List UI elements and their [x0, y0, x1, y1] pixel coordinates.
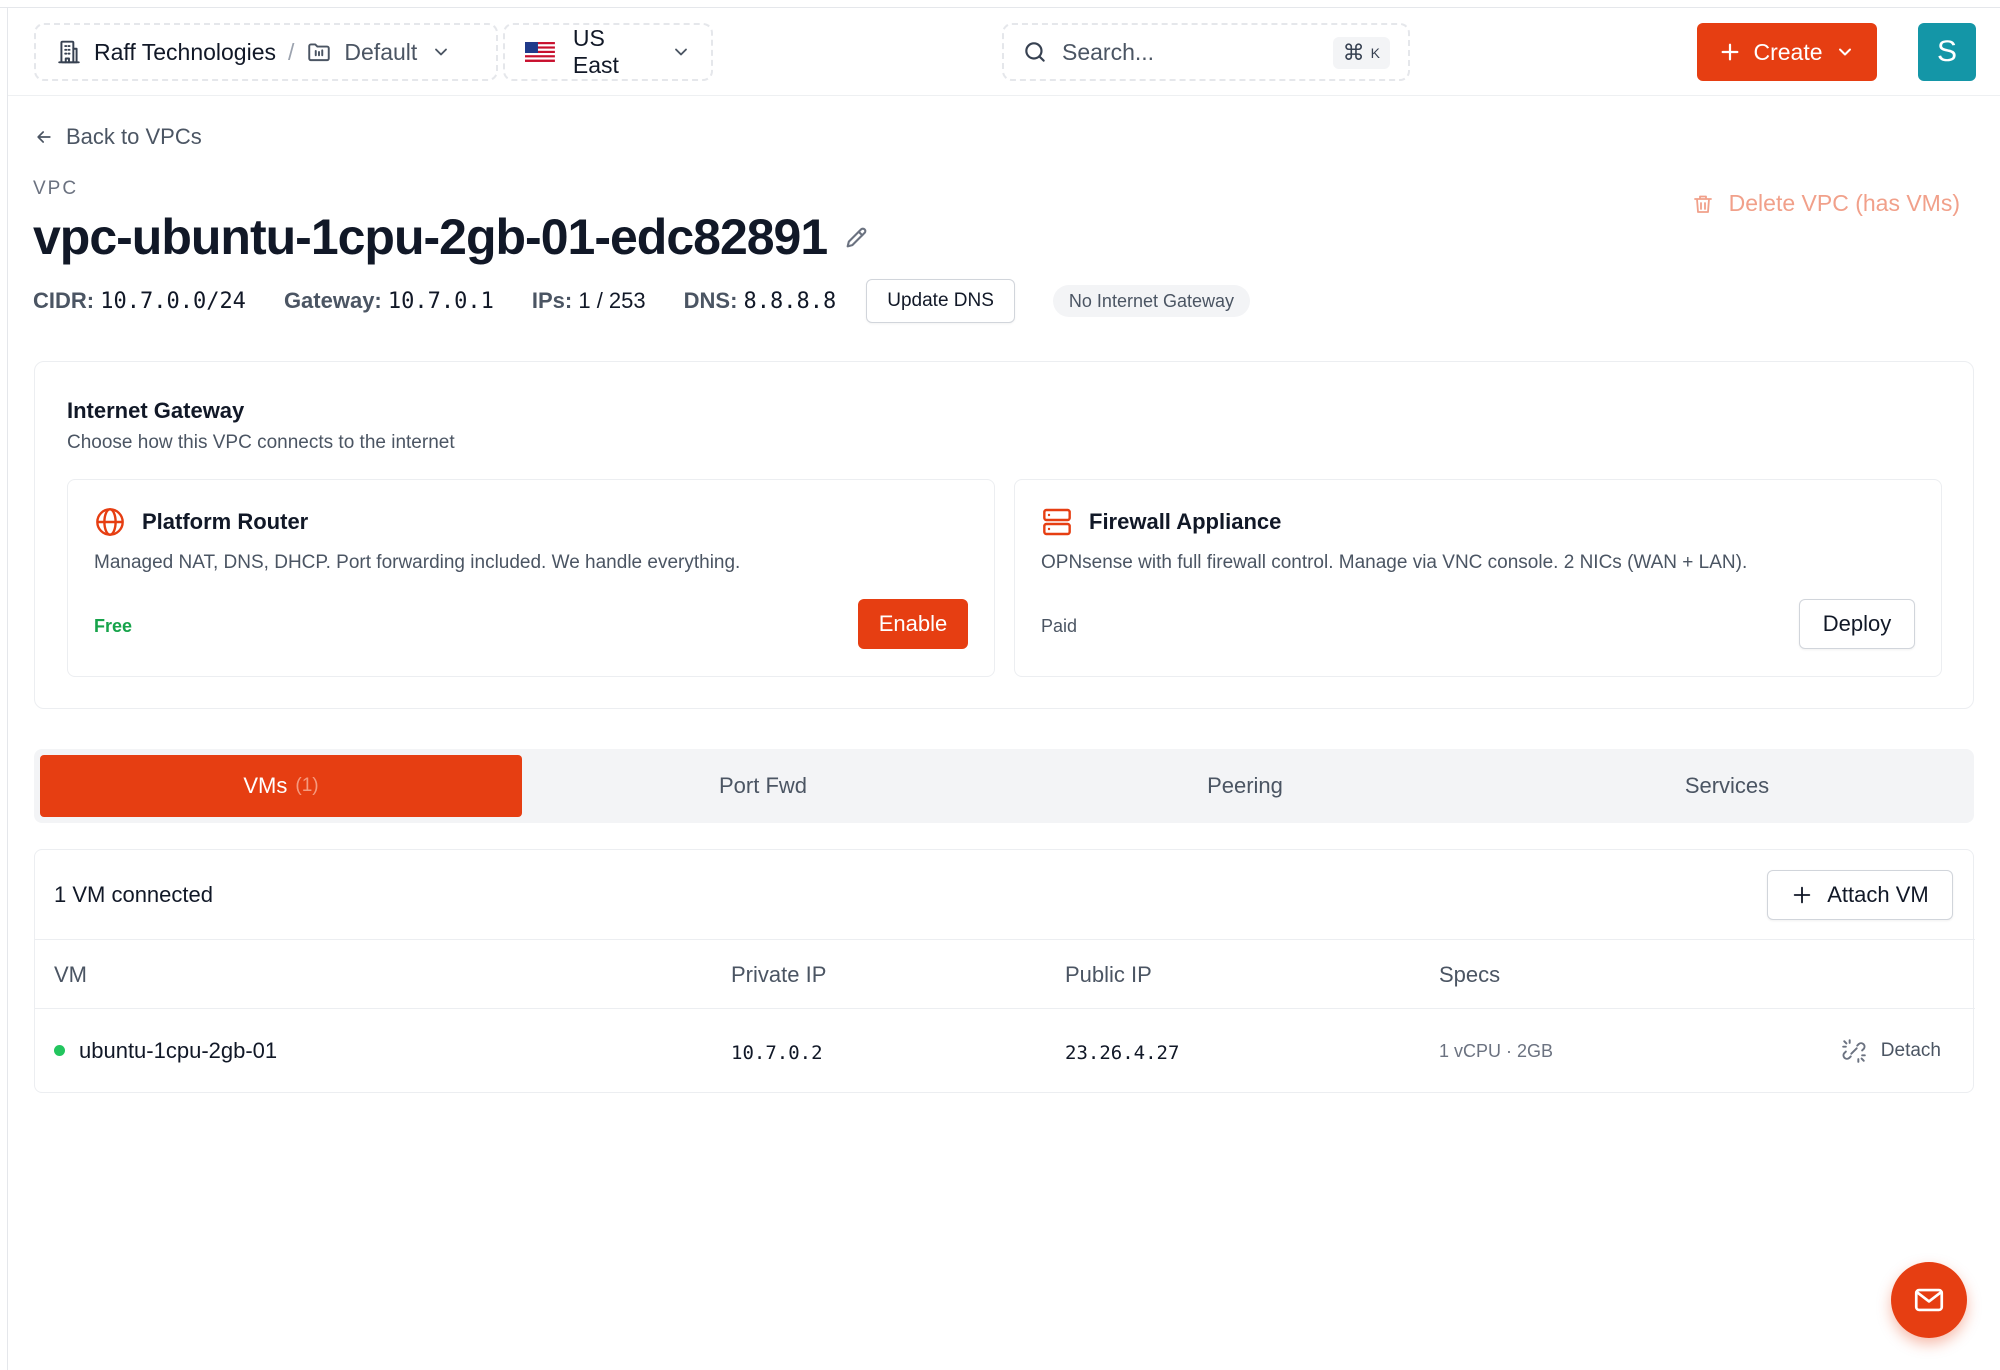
vm-name-cell: ubuntu-1cpu-2gb-01 [54, 1038, 277, 1064]
back-label: Back to VPCs [66, 124, 202, 149]
page-eyebrow: VPC [33, 178, 79, 199]
enable-router-button[interactable]: Enable [858, 599, 968, 649]
table-header: VM Private IP Public IP Specs [35, 939, 1975, 1009]
region-selector[interactable]: US East [503, 23, 713, 81]
deploy-firewall-button[interactable]: Deploy [1799, 599, 1915, 649]
gateway-label: Gateway: [283, 288, 382, 313]
vm-count-summary: 1 VM connected [54, 882, 213, 907]
dns-value: 8.8.8.8 [743, 289, 837, 314]
tab-label: VMs [243, 773, 288, 798]
tab-peering[interactable]: Peering [1004, 755, 1486, 817]
plus-icon [1794, 886, 1811, 904]
vm-table-card: 1 VM connected Attach VM VM Private IP P… [34, 849, 1975, 1093]
column-header-public-ip: Public IP [1065, 962, 1152, 987]
us-flag-icon [525, 42, 555, 62]
platform-router-option: Platform Router Managed NAT, DNS, DHCP. … [67, 479, 995, 677]
option-description: OPNsense with full firewall control. Man… [1041, 552, 1748, 573]
server-icon [1043, 508, 1071, 536]
firewall-appliance-option: Firewall Appliance OPNsense with full fi… [1014, 479, 1942, 677]
delete-vpc-button[interactable]: Delete VPC (has VMs) [1691, 190, 1960, 217]
search-shortcut: ⌘ K [1332, 37, 1390, 69]
vpc-name: vpc-ubuntu-1cpu-2gb-01-edc82891 [33, 209, 828, 265]
cidr-value: 10.7.0.0/24 [100, 289, 246, 314]
contact-support-button[interactable] [1891, 1262, 1967, 1338]
option-price: Paid [1041, 616, 1078, 636]
dns-label: DNS: [683, 288, 738, 313]
breadcrumb-separator: / [288, 38, 295, 65]
gateway-value: 10.7.0.1 [387, 289, 494, 314]
search-placeholder: Search... [1062, 38, 1155, 65]
option-name: Platform Router [142, 509, 309, 534]
building-icon [56, 39, 82, 65]
globe-icon [96, 508, 124, 536]
chevron-down-icon [431, 42, 451, 62]
cidr-info: CIDR: 10.7.0.0/24 [33, 288, 246, 314]
command-key-icon: ⌘ [1342, 40, 1365, 65]
running-status-dot [54, 1044, 65, 1056]
gateway-section-title: Internet Gateway [67, 398, 245, 423]
org-project-selector[interactable]: Raff Technologies / Default [34, 23, 498, 81]
vpc-meta-row: CIDR: 10.7.0.0/24 Gateway: 10.7.0.1 IPs:… [33, 278, 1251, 324]
left-border [7, 7, 8, 1370]
plus-icon [1722, 43, 1739, 61]
vm-name: ubuntu-1cpu-2gb-01 [79, 1038, 278, 1063]
detach-label: Detach [1880, 1040, 1941, 1061]
gateway-status-badge: No Internet Gateway [1052, 285, 1251, 317]
tab-services[interactable]: Services [1486, 755, 1968, 817]
chevron-down-icon [671, 42, 691, 62]
create-label: Create [1753, 38, 1823, 65]
table-row[interactable]: ubuntu-1cpu-2gb-01 10.7.0.2 23.26.4.27 1… [35, 1010, 1975, 1092]
vpc-tabs: VMs (1) Port Fwd Peering Services [34, 749, 1974, 823]
tab-port-fwd[interactable]: Port Fwd [522, 755, 1004, 817]
create-button[interactable]: Create [1697, 23, 1877, 81]
attach-vm-button[interactable]: Attach VM [1767, 870, 1953, 920]
back-to-vpcs-link[interactable]: Back to VPCs [34, 124, 202, 150]
public-ip-cell: 23.26.4.27 [1065, 1042, 1180, 1064]
option-header: Firewall Appliance [1041, 506, 1281, 538]
ips-label: IPs: [531, 288, 573, 313]
user-avatar[interactable]: S [1918, 23, 1976, 81]
option-header: Platform Router [94, 506, 308, 538]
update-dns-button[interactable]: Update DNS [866, 279, 1015, 323]
folder-icon [306, 39, 332, 65]
tab-count: (1) [295, 775, 319, 796]
internet-gateway-card: Internet Gateway Choose how this VPC con… [34, 361, 1974, 709]
project-name: Default [344, 38, 418, 65]
tab-label: Port Fwd [718, 773, 808, 798]
tab-label: Peering [1207, 773, 1283, 798]
cidr-label: CIDR: [33, 288, 95, 313]
edit-pencil-icon[interactable] [843, 223, 871, 251]
gateway-info: Gateway: 10.7.0.1 [284, 288, 494, 314]
gateway-section-subtitle: Choose how this VPC connects to the inte… [67, 432, 455, 453]
column-header-private-ip: Private IP [731, 962, 827, 987]
option-name: Firewall Appliance [1089, 509, 1282, 534]
column-header-vm: VM [54, 962, 87, 987]
column-header-specs: Specs [1439, 962, 1501, 987]
tab-label: Services [1684, 773, 1770, 798]
ips-value: 1 / 253 [578, 288, 646, 313]
ips-info: IPs: 1 / 253 [532, 288, 646, 314]
dns-info: DNS: 8.8.8.8 [684, 288, 837, 314]
detach-vm-button[interactable]: Detach [1841, 1038, 1941, 1064]
specs-cell: 1 vCPU · 2GB [1439, 1041, 1554, 1061]
tab-vms[interactable]: VMs (1) [40, 755, 522, 817]
attach-vm-label: Attach VM [1827, 882, 1929, 907]
mail-icon [1914, 1288, 1944, 1312]
delete-vpc-label: Delete VPC (has VMs) [1728, 190, 1960, 216]
search-icon [1022, 39, 1048, 65]
arrow-left-icon [37, 131, 51, 143]
region-name: US East [572, 25, 619, 78]
chevron-down-icon [1838, 48, 1851, 56]
page-title: vpc-ubuntu-1cpu-2gb-01-edc82891 [33, 208, 871, 266]
org-name: Raff Technologies [94, 38, 277, 65]
unlink-icon [1841, 1039, 1866, 1063]
search-input[interactable]: Search... ⌘ K [1002, 23, 1410, 81]
top-bar: Raff Technologies / Default US East Sear… [8, 8, 2000, 96]
trash-icon [1693, 195, 1712, 213]
private-ip-cell: 10.7.0.2 [731, 1042, 823, 1064]
option-price: Free [94, 616, 133, 636]
shortcut-key: K [1370, 45, 1380, 61]
option-description: Managed NAT, DNS, DHCP. Port forwarding … [94, 552, 741, 573]
